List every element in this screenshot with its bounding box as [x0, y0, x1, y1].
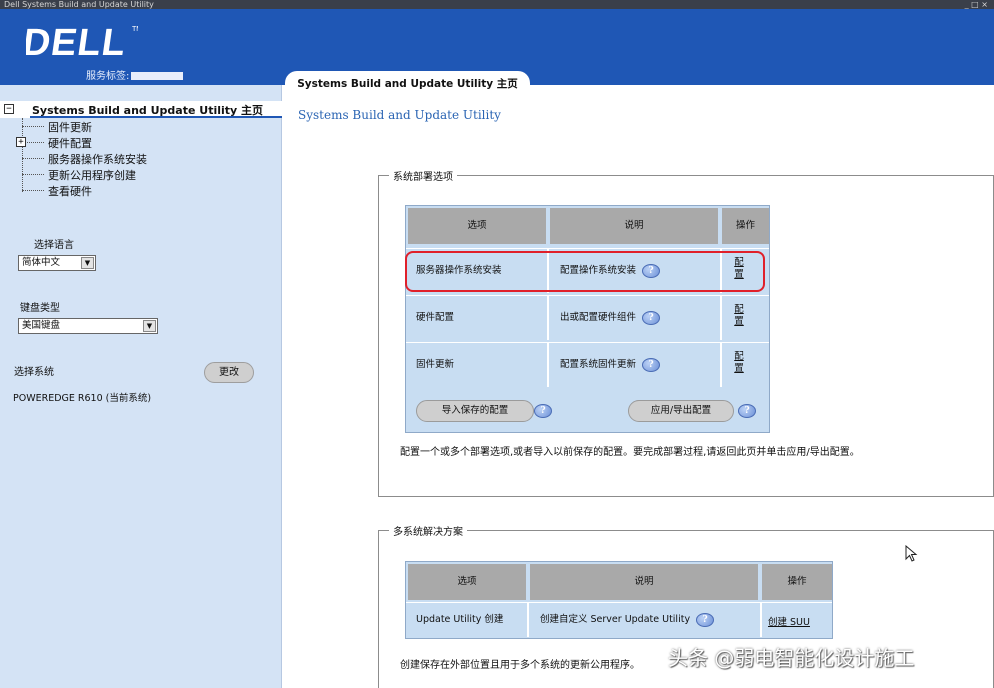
- sidebar: − Systems Build and Update Utility 主页 固件…: [0, 85, 282, 688]
- tree-item-label[interactable]: 查看硬件: [48, 183, 92, 199]
- annotation-highlight-box: [405, 251, 765, 292]
- chevron-down-icon[interactable]: ▼: [81, 257, 94, 269]
- multi-system-description: 创建保存在外部位置且用于多个系统的更新公用程序。: [400, 660, 640, 671]
- chevron-down-icon[interactable]: ▼: [143, 320, 156, 332]
- apply-export-config-button[interactable]: 应用/导出配置: [628, 400, 734, 422]
- window-title: Dell Systems Build and Update Utility: [4, 0, 154, 9]
- window-titlebar: Dell Systems Build and Update Utility _ …: [0, 0, 994, 9]
- service-tag-label: 服务标签:: [86, 71, 130, 82]
- option-description: 配置系统固件更新?: [550, 343, 722, 387]
- help-icon[interactable]: ?: [642, 310, 661, 325]
- column-header-description: 说明: [550, 208, 720, 244]
- system-model: POWEREDGE R610 (当前系统): [13, 393, 152, 404]
- expand-icon[interactable]: +: [16, 137, 26, 147]
- dell-logo-text: DELL: [26, 21, 129, 61]
- tree-item-label[interactable]: 固件更新: [48, 119, 92, 135]
- collapse-icon[interactable]: −: [4, 104, 14, 114]
- configure-link[interactable]: 配置: [732, 351, 746, 375]
- service-tag: 服务标签:: [86, 67, 184, 82]
- column-header-description: 说明: [530, 564, 760, 600]
- table-row: 硬件配置 出或配置硬件组件? 配置: [406, 295, 769, 341]
- tree-item-update-utility[interactable]: 更新公用程序创建: [22, 166, 262, 182]
- option-name: 固件更新: [406, 343, 549, 387]
- page-title: Systems Build and Update Utility: [298, 108, 501, 122]
- multi-system-table: 选项 说明 操作 Update Utility 创建 创建自定义 Server …: [405, 561, 833, 639]
- option-description-text: 创建自定义 Server Update Utility: [540, 614, 691, 625]
- option-description-text: 配置系统固件更新: [560, 359, 637, 370]
- svg-text:TM: TM: [132, 26, 138, 33]
- import-config-button[interactable]: 导入保存的配置: [416, 400, 534, 422]
- tree-item-label[interactable]: 更新公用程序创建: [48, 167, 136, 183]
- create-suu-link[interactable]: 创建 SUU: [768, 614, 810, 628]
- configure-link[interactable]: 配置: [732, 304, 746, 328]
- tree-root-home[interactable]: − Systems Build and Update Utility 主页: [0, 101, 282, 118]
- option-name: Update Utility 创建: [406, 603, 529, 637]
- table-row: 固件更新 配置系统固件更新? 配置: [406, 342, 769, 388]
- column-header-action: 操作: [722, 208, 769, 244]
- table-row: Update Utility 创建 创建自定义 Server Update Ut…: [406, 602, 832, 638]
- option-description: 创建自定义 Server Update Utility?: [530, 603, 762, 637]
- column-header-option: 选项: [408, 564, 528, 600]
- tree-item-firmware[interactable]: 固件更新: [22, 118, 262, 134]
- change-system-button[interactable]: 更改: [204, 362, 254, 383]
- help-icon[interactable]: ?: [642, 357, 661, 372]
- mouse-pointer-icon: [905, 545, 918, 562]
- system-label: 选择系统: [14, 367, 54, 378]
- column-header-action: 操作: [762, 564, 832, 600]
- tree-item-hardware[interactable]: 硬件配置: [22, 134, 262, 150]
- watermark: 头条 @弱电智能化设计施工: [668, 646, 915, 670]
- service-tag-redacted: [131, 72, 184, 80]
- keyboard-label: 键盘类型: [20, 303, 60, 314]
- language-select[interactable]: 简体中文 ▼: [18, 255, 96, 271]
- multi-system-legend: 多系统解决方案: [389, 523, 467, 538]
- tab-home[interactable]: Systems Build and Update Utility 主页: [285, 71, 530, 95]
- window-controls[interactable]: _ □ ×: [965, 0, 988, 9]
- keyboard-select-value: 美国键盘: [22, 320, 61, 331]
- language-select-value: 简体中文: [22, 257, 61, 268]
- help-icon[interactable]: ?: [696, 612, 715, 627]
- deployment-description: 配置一个或多个部署选项,或者导入以前保存的配置。要完成部署过程,请返回此页并单击…: [400, 447, 860, 458]
- tree-item-label[interactable]: 服务器操作系统安装: [48, 151, 147, 167]
- column-header-option: 选项: [408, 208, 548, 244]
- app-header: DELL TM 服务标签: Systems Build and Update U…: [0, 9, 994, 95]
- dell-logo: DELL TM: [26, 21, 138, 61]
- keyboard-select[interactable]: 美国键盘 ▼: [18, 318, 158, 334]
- language-label: 选择语言: [34, 240, 74, 251]
- option-description: 出或配置硬件组件?: [550, 296, 722, 340]
- deployment-options-table: 选项 说明 操作 服务器操作系统安装 配置操作系统安装? 配置 硬件配置 出或配…: [405, 205, 770, 433]
- tree-item-label[interactable]: 硬件配置: [48, 135, 92, 151]
- help-icon[interactable]: ?: [738, 404, 756, 418]
- tree-item-view-hardware[interactable]: 查看硬件: [22, 182, 262, 198]
- deployment-options-legend: 系统部署选项: [389, 168, 457, 183]
- option-name: 硬件配置: [406, 296, 549, 340]
- option-description-text: 出或配置硬件组件: [560, 312, 637, 323]
- tree-item-os-install[interactable]: 服务器操作系统安装: [22, 150, 262, 166]
- help-icon[interactable]: ?: [534, 404, 552, 418]
